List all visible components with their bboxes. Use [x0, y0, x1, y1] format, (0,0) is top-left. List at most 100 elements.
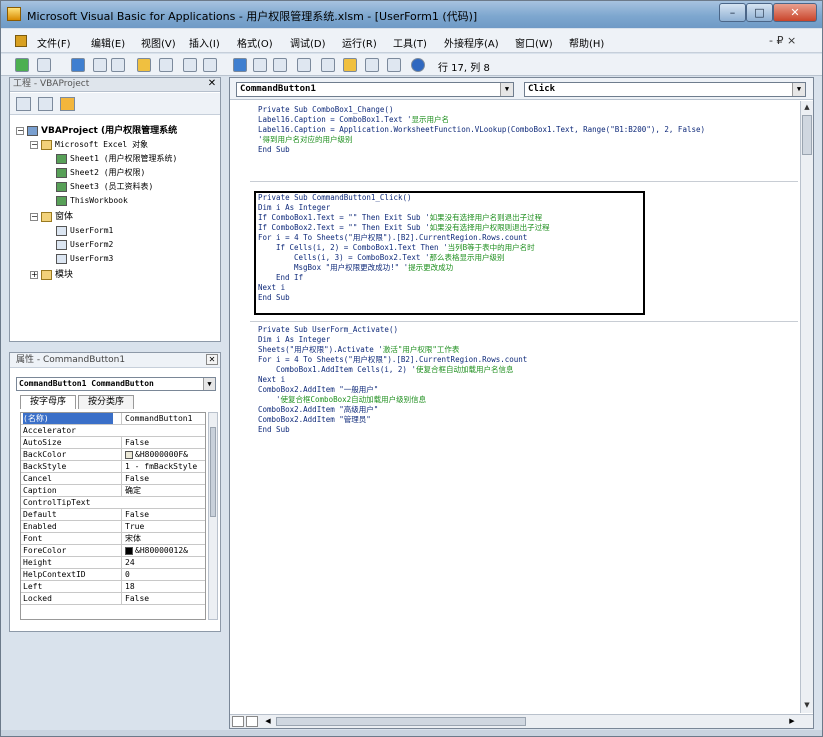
property-row[interactable]: HelpContextID 0 — [21, 569, 205, 581]
document-icon[interactable] — [15, 35, 27, 47]
tab-categorized[interactable]: 按分类序 — [78, 395, 134, 409]
code-line[interactable]: Private Sub UserForm_Activate() — [258, 325, 398, 335]
view-code-icon[interactable] — [16, 97, 31, 111]
view-object-icon[interactable] — [38, 97, 53, 111]
properties-window-icon[interactable] — [343, 58, 357, 72]
property-value[interactable]: 确定 — [121, 485, 205, 496]
object-select[interactable]: CommandButton1 CommandButton ▼ — [16, 377, 216, 391]
property-row[interactable]: Left 18 — [21, 581, 205, 593]
property-row[interactable]: Accelerator — [21, 425, 205, 437]
view-excel-icon[interactable] — [15, 58, 29, 72]
chevron-down-icon[interactable]: ▼ — [500, 83, 513, 96]
code-line[interactable]: Dim i As Integer — [258, 335, 330, 345]
scroll-thumb[interactable] — [210, 427, 216, 517]
property-row[interactable]: Caption 确定 — [21, 485, 205, 497]
tree-node-sheet1[interactable]: Sheet1 (用户权限管理系统) — [56, 152, 177, 166]
scroll-up-icon[interactable]: ▲ — [801, 101, 813, 113]
code-line[interactable]: For i = 4 To Sheets("用户权限").[B2].Current… — [258, 355, 527, 365]
expand-icon[interactable]: + — [30, 270, 38, 279]
scroll-right-icon[interactable]: ▶ — [786, 716, 798, 727]
code-line[interactable]: Next i — [258, 375, 285, 385]
code-line[interactable]: Next i — [258, 283, 285, 293]
run-icon[interactable] — [233, 58, 247, 72]
code-editor[interactable]: Private Sub ComboBox1_Change() Label16.Ca… — [230, 101, 800, 713]
property-value[interactable]: &H80000012& — [121, 545, 205, 556]
tree-node-userform1[interactable]: UserForm1 — [56, 224, 113, 238]
undo-icon[interactable] — [183, 58, 197, 72]
property-row[interactable]: (名称) CommandButton1 — [21, 413, 205, 425]
property-value[interactable]: 宋体 — [121, 533, 205, 544]
code-line[interactable]: Private Sub ComboBox1_Change() — [258, 105, 393, 115]
tree-node-sheet3[interactable]: Sheet3 (员工资料表) — [56, 180, 153, 194]
chevron-down-icon[interactable]: ▼ — [792, 83, 805, 96]
property-row[interactable]: ControlTipText — [21, 497, 205, 509]
property-row[interactable]: Default False — [21, 509, 205, 521]
save-icon[interactable] — [71, 58, 85, 72]
property-value[interactable]: &H8000000F& — [121, 449, 205, 460]
code-line[interactable]: End Sub — [258, 293, 290, 303]
toolbox-icon[interactable] — [387, 58, 401, 72]
collapse-icon[interactable]: − — [30, 140, 38, 149]
collapse-icon[interactable]: − — [16, 126, 24, 135]
code-line[interactable]: If ComboBox1.Text = "" Then Exit Sub '如果… — [258, 213, 542, 223]
close-button[interactable]: ✕ — [773, 3, 817, 22]
property-value[interactable]: 18 — [121, 581, 205, 592]
code-line[interactable]: ComboBox1.AddItem Cells(i, 2) '使复合框自动加载用… — [276, 365, 513, 375]
project-explorer-icon[interactable] — [321, 58, 335, 72]
find-icon[interactable] — [159, 58, 173, 72]
property-row[interactable]: BackStyle 1 - fmBackStyle — [21, 461, 205, 473]
property-value[interactable]: False — [121, 437, 205, 448]
property-row[interactable]: Enabled True — [21, 521, 205, 533]
collapse-icon[interactable]: − — [30, 212, 38, 221]
property-value[interactable]: 0 — [121, 569, 205, 580]
code-vertical-scrollbar[interactable]: ▲ ▼ — [800, 101, 813, 713]
redo-icon[interactable] — [203, 58, 217, 72]
object-browser-icon[interactable] — [365, 58, 379, 72]
property-value[interactable]: 24 — [121, 557, 205, 568]
chevron-down-icon[interactable]: ▼ — [203, 378, 215, 390]
mdi-window-controls[interactable]: - ₽ × — [769, 34, 796, 47]
code-line[interactable]: '得到用户名对应的用户级别 — [258, 135, 353, 145]
scroll-thumb[interactable] — [276, 717, 526, 726]
code-horizontal-scrollbar[interactable]: ◀ ▶ — [230, 714, 813, 728]
tree-node-sheet2[interactable]: Sheet2 (用户权限) — [56, 166, 145, 180]
code-line[interactable]: Label16.Caption = ComboBox1.Text '显示用户名 — [258, 115, 449, 125]
tree-node-userform2[interactable]: UserForm2 — [56, 238, 113, 252]
procedure-combo[interactable]: Click ▼ — [524, 82, 806, 97]
menu-view[interactable]: 视图(V) — [141, 35, 176, 50]
property-value[interactable]: 1 - fmBackStyle — [121, 461, 205, 472]
toggle-folders-icon[interactable] — [60, 97, 75, 111]
full-module-view-icon[interactable] — [246, 716, 258, 727]
property-row[interactable]: Font 宋体 — [21, 533, 205, 545]
tree-node-vbaproject[interactable]: − VBAProject (用户权限管理系统 — [16, 124, 177, 138]
code-line[interactable]: End Sub — [258, 425, 290, 435]
menu-addins[interactable]: 外接程序(A) — [444, 35, 499, 50]
properties-scrollbar[interactable] — [208, 412, 218, 620]
property-value[interactable]: CommandButton1 — [121, 413, 205, 424]
insert-userform-icon[interactable] — [37, 58, 51, 72]
menu-edit[interactable]: 编辑(E) — [91, 35, 125, 50]
code-line[interactable]: End Sub — [258, 145, 290, 155]
copy-icon[interactable] — [111, 58, 125, 72]
tree-node-forms[interactable]: − 窗体 — [30, 210, 73, 224]
property-row[interactable]: Height 24 — [21, 557, 205, 569]
code-line[interactable]: '使复合框ComboBox2自动加载用户级别信息 — [276, 395, 426, 405]
code-line[interactable]: Cells(i, 3) = ComboBox2.Text '那么表格显示用户级别 — [294, 253, 504, 263]
properties-close-button[interactable]: ✕ — [206, 354, 218, 365]
maximize-button[interactable]: □ — [746, 3, 773, 22]
menu-file[interactable]: 文件(F) — [37, 35, 71, 50]
menu-format[interactable]: 格式(O) — [237, 35, 273, 50]
break-icon[interactable] — [253, 58, 267, 72]
menu-insert[interactable]: 插入(I) — [189, 35, 220, 50]
code-line[interactable]: Dim i As Integer — [258, 203, 330, 213]
tree-node-modules[interactable]: + 模块 — [30, 268, 73, 282]
menu-debug[interactable]: 调试(D) — [290, 35, 326, 50]
property-row[interactable]: BackColor &H8000000F& — [21, 449, 205, 461]
project-explorer-close-button[interactable]: ✕ — [206, 79, 218, 90]
menu-window[interactable]: 窗口(W) — [515, 35, 553, 50]
property-row[interactable]: ForeColor &H80000012& — [21, 545, 205, 557]
minimize-button[interactable]: – — [719, 3, 746, 22]
menu-run[interactable]: 运行(R) — [342, 35, 377, 50]
code-line[interactable]: End If — [276, 273, 303, 283]
help-icon[interactable] — [411, 58, 425, 72]
